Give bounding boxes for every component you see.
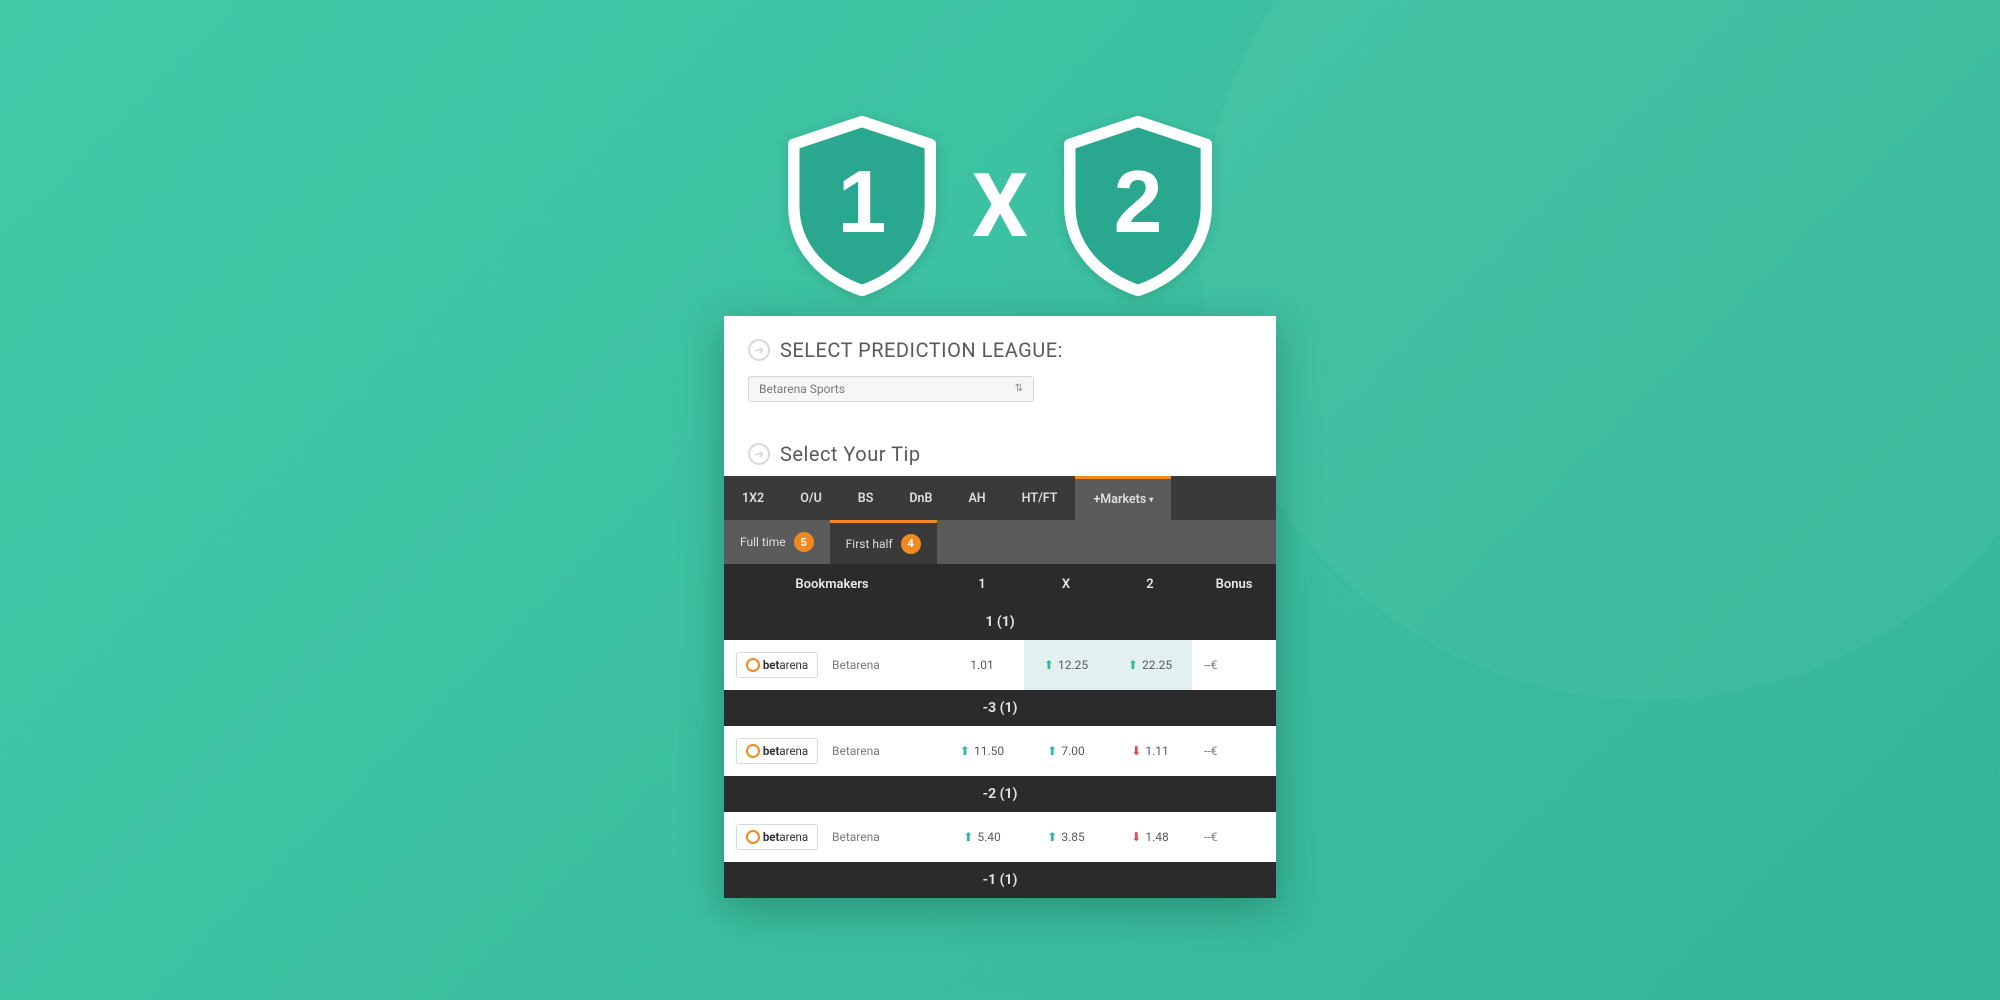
tab-ah[interactable]: AH [950, 476, 1003, 520]
count-badge: 5 [794, 532, 814, 552]
section-tip-header: ➜ Select Your Tip [724, 420, 1276, 476]
tab-1x2[interactable]: 1X2 [724, 476, 782, 520]
bookmaker-cell: betarena Betarena [724, 652, 940, 678]
select-caret-icon: ⇅ [1015, 384, 1023, 394]
bookmaker-logo[interactable]: betarena [736, 652, 818, 678]
period-subtabs: Full time 5 First half 4 [724, 520, 1276, 564]
league-select-value: Betarena Sports [759, 382, 845, 396]
odds-row: betarena Betarena 1.01⬆ 12.25⬆ 22.25--€ [724, 640, 1276, 690]
subtab-full-time[interactable]: Full time 5 [724, 520, 830, 564]
arrow-up-icon: ⬆ [963, 830, 973, 844]
handicap-divider: -3 (1) [724, 690, 1276, 726]
market-tabs: 1X2 O/U BS DnB AH HT/FT +Markets ▾ [724, 476, 1276, 520]
handicap-divider: 1 (1) [724, 604, 1276, 640]
odd-1[interactable]: ⬆ 5.40 [940, 812, 1024, 862]
logo-circle-icon [746, 830, 760, 844]
odds-row: betarena Betarena ⬆ 5.40⬆ 3.85⬇ 1.48--€ [724, 812, 1276, 862]
logo-circle-icon [746, 658, 760, 672]
odds-row: betarena Betarena ⬆ 11.50⬆ 7.00⬇ 1.11--€ [724, 726, 1276, 776]
arrow-down-icon: ⬇ [1131, 744, 1141, 758]
bonus-cell: --€ [1192, 830, 1276, 844]
arrow-up-icon: ⬆ [1128, 658, 1138, 672]
bookmaker-name: Betarena [832, 658, 880, 672]
tab-dnb[interactable]: DnB [891, 476, 950, 520]
header-x: X [1024, 577, 1108, 592]
odd-1[interactable]: ⬆ 11.50 [940, 726, 1024, 776]
odds-table-header: Bookmakers 1 X 2 Bonus [724, 564, 1276, 604]
header-1: 1 [940, 577, 1024, 592]
arrow-up-icon: ⬆ [1044, 658, 1054, 672]
header-bonus: Bonus [1192, 577, 1276, 592]
section-tip-title: Select Your Tip [780, 442, 921, 466]
chevron-circle-icon: ➜ [748, 339, 770, 361]
subtab-first-half[interactable]: First half 4 [830, 520, 937, 564]
arrow-up-icon: ⬆ [1047, 744, 1057, 758]
tab-more-markets[interactable]: +Markets ▾ [1075, 476, 1171, 520]
logo-circle-icon [746, 744, 760, 758]
chevron-down-icon: ▾ [1149, 495, 1153, 504]
arrow-up-icon: ⬆ [960, 744, 970, 758]
odd-1[interactable]: 1.01 [940, 640, 1024, 690]
header-2: 2 [1108, 577, 1192, 592]
odd-x[interactable]: ⬆ 12.25 [1024, 640, 1108, 690]
subtab-label: First half [846, 537, 893, 551]
handicap-divider: -1 (1) [724, 862, 1276, 898]
odd-x[interactable]: ⬆ 3.85 [1024, 812, 1108, 862]
bookmaker-logo[interactable]: betarena [736, 824, 818, 850]
handicap-divider: -2 (1) [724, 776, 1276, 812]
bookmaker-name: Betarena [832, 830, 880, 844]
section-league-header: ➜ Select Prediction League: [724, 316, 1276, 372]
tab-htft[interactable]: HT/FT [1004, 476, 1076, 520]
shield-1-icon: 1 [780, 115, 944, 297]
bookmaker-cell: betarena Betarena [724, 738, 940, 764]
hero-x-text: X [972, 155, 1028, 258]
odd-2[interactable]: ⬇ 1.48 [1108, 812, 1192, 862]
section-league-title: Select Prediction League: [780, 338, 1063, 362]
chevron-circle-icon: ➜ [748, 443, 770, 465]
odd-2[interactable]: ⬇ 1.11 [1108, 726, 1192, 776]
bookmaker-name: Betarena [832, 744, 880, 758]
league-select[interactable]: Betarena Sports ⇅ [748, 376, 1034, 402]
subtab-label: Full time [740, 535, 786, 549]
svg-text:2: 2 [1114, 153, 1163, 251]
arrow-up-icon: ⬆ [1047, 830, 1057, 844]
odd-2[interactable]: ⬆ 22.25 [1108, 640, 1192, 690]
bonus-cell: --€ [1192, 744, 1276, 758]
prediction-panel: ➜ Select Prediction League: Betarena Spo… [724, 316, 1276, 898]
bookmaker-cell: betarena Betarena [724, 824, 940, 850]
header-bookmakers: Bookmakers [724, 577, 940, 592]
bookmaker-logo[interactable]: betarena [736, 738, 818, 764]
hero-logo-row: 1 X 2 [780, 115, 1220, 297]
arrow-down-icon: ⬇ [1131, 830, 1141, 844]
svg-text:1: 1 [838, 153, 887, 251]
tab-bs[interactable]: BS [840, 476, 892, 520]
odd-x[interactable]: ⬆ 7.00 [1024, 726, 1108, 776]
shield-2-icon: 2 [1056, 115, 1220, 297]
bonus-cell: --€ [1192, 658, 1276, 672]
tab-ou[interactable]: O/U [782, 476, 840, 520]
count-badge: 4 [901, 534, 921, 554]
